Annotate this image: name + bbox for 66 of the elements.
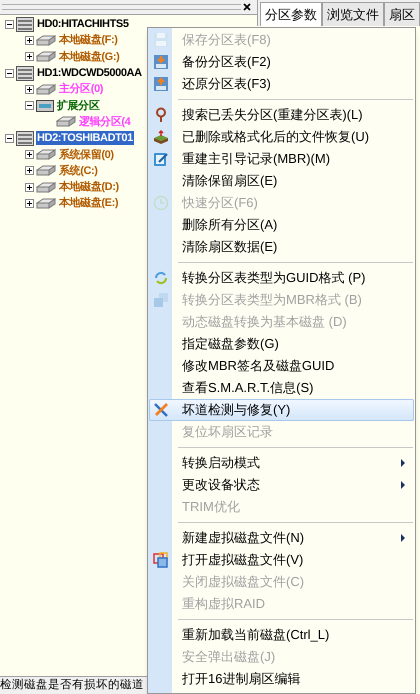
status-bar: 检测磁盘是否有损坏的磁道 [0, 676, 147, 694]
tree-item[interactable]: 系统保留(0) [58, 148, 115, 162]
windows-icon [153, 552, 169, 568]
tab[interactable]: 浏览文件 [322, 2, 384, 26]
disk-drive-icon [56, 116, 76, 128]
menu-item[interactable]: 转换启动模式 [149, 452, 414, 474]
tree-item[interactable]: 扩展分区 [56, 98, 100, 113]
tree-item[interactable]: 本地磁盘(F:) [58, 33, 119, 48]
expand-toggle[interactable] [25, 150, 34, 160]
magnifier-icon [153, 107, 169, 123]
menu-item[interactable]: 重建主引导记录(MBR)(M) [149, 148, 414, 170]
tree-item[interactable]: HD0:HITACHIHTS5 [36, 17, 130, 32]
edit-note-icon [153, 151, 169, 167]
close-icon[interactable] [243, 3, 251, 11]
menu-item[interactable]: 搜索已丢失分区(重建分区表)(L) [149, 104, 414, 126]
menu-item[interactable]: 更改设备状态 [149, 474, 414, 496]
tree-item[interactable]: 系统(C:) [58, 164, 99, 178]
hard-drive-icon [16, 130, 34, 146]
collapse-toggle[interactable] [5, 20, 14, 29]
menu-item[interactable]: 修改MBR签名及磁盘GUID [149, 355, 414, 377]
soil-block-icon [153, 129, 169, 145]
tree-item[interactable]: 本地磁盘(E:) [58, 196, 120, 210]
tree-item[interactable]: HD1:WDCWD5000AA [36, 66, 143, 80]
menu-item[interactable]: 重新加载当前磁盘(Ctrl_L) [149, 624, 414, 646]
tree-item[interactable]: 本地磁盘(D:) [58, 180, 120, 194]
tab[interactable]: 扇区 [384, 2, 420, 26]
expand-toggle[interactable] [25, 182, 34, 192]
tools-icon [153, 402, 169, 418]
menu-item[interactable]: 打开虚拟磁盘文件(V) [149, 549, 414, 571]
menu-item[interactable]: 查看S.M.A.R.T.信息(S) [149, 377, 414, 399]
disk-drive-icon [36, 51, 56, 62]
disk-drive-icon [36, 149, 56, 160]
clock-icon [153, 195, 169, 211]
collapse-toggle[interactable] [5, 134, 14, 143]
expand-toggle[interactable] [25, 84, 34, 94]
tree-item[interactable]: HD2:TOSHIBADT01 [36, 131, 134, 146]
expand-toggle[interactable] [25, 166, 34, 176]
disk-drive-icon [36, 165, 56, 176]
disk-drive-icon [36, 34, 56, 46]
disk-drive-icon [36, 182, 56, 193]
hard-drive-icon [16, 16, 34, 32]
menu-item[interactable]: 备份分区表(F2) [149, 51, 414, 73]
menu-item[interactable]: 坏道检测与修复(Y) [149, 399, 414, 421]
disk-drive-icon [36, 198, 56, 209]
menu-item[interactable]: 删除所有分区(A) [149, 214, 414, 236]
tree-item[interactable]: 本地磁盘(G:) [58, 50, 120, 64]
hard-drive-icon [16, 66, 34, 81]
menu-item[interactable]: 转换分区表类型为GUID格式 (P) [149, 267, 414, 289]
tab[interactable]: 分区参数 [260, 2, 322, 26]
menu-item[interactable]: 清除保留扇区(E) [149, 170, 414, 192]
menu-item[interactable]: 已删除或格式化后的文件恢复(U) [149, 126, 414, 148]
toolbar-grip[interactable] [2, 4, 241, 10]
menu-item[interactable]: 新建虚拟磁盘文件(N) [149, 527, 414, 549]
collapse-toggle[interactable] [25, 101, 34, 110]
copy-icon [153, 292, 169, 308]
menu-item[interactable]: 还原分区表(F3) [149, 73, 414, 95]
drive-bay-icon [36, 100, 54, 112]
menu-item[interactable]: 打开16进制扇区编辑 [149, 668, 414, 690]
refresh-icon [153, 270, 169, 286]
collapse-toggle[interactable] [5, 68, 14, 78]
menu-item[interactable]: 清除扇区数据(E) [149, 236, 414, 258]
disk-drive-icon [36, 84, 56, 95]
menu-item[interactable]: 指定磁盘参数(G) [149, 333, 414, 355]
expand-toggle[interactable] [25, 52, 34, 62]
expand-toggle[interactable] [25, 36, 34, 45]
expand-toggle[interactable] [25, 198, 34, 208]
